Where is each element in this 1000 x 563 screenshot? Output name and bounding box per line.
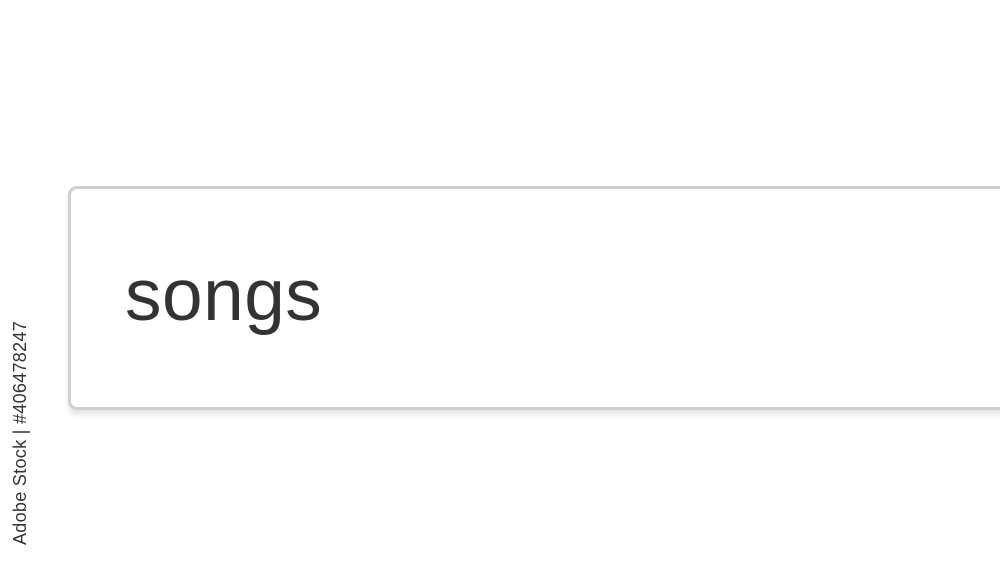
- screen: songs Adobe Stock | #406478247: [0, 0, 1000, 563]
- stock-credit-watermark: Adobe Stock | #406478247: [10, 320, 30, 545]
- search-input-value: songs: [125, 255, 323, 336]
- search-input[interactable]: songs: [68, 186, 1000, 410]
